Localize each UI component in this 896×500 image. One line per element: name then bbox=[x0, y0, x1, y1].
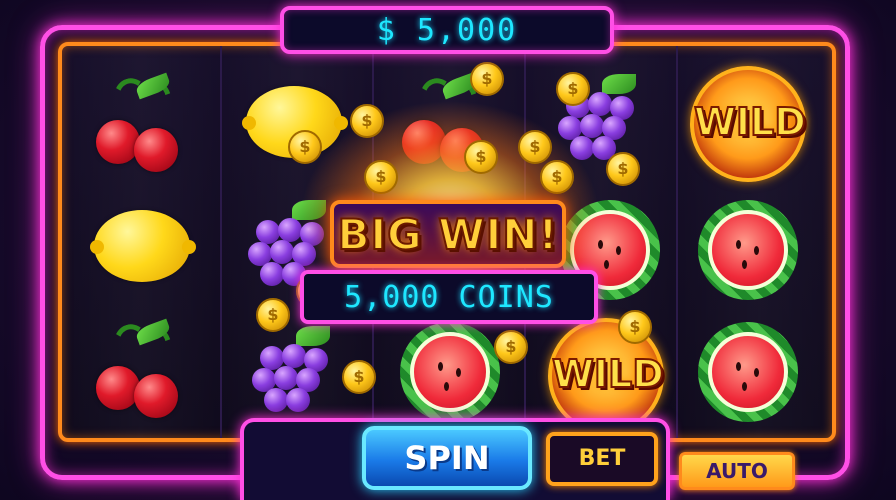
win-amount-panel: 5,000 COINS bbox=[300, 270, 598, 324]
dollar-coin-icon: $ bbox=[464, 140, 498, 174]
dollar-coin-icon: $ bbox=[518, 130, 552, 164]
bet-button[interactable]: BET bbox=[546, 432, 658, 486]
big-win-banner: BIG WIN! bbox=[330, 200, 566, 268]
watermelon-icon bbox=[400, 322, 500, 422]
cherry-icon bbox=[92, 318, 192, 418]
balance-display: $ 5,000 bbox=[280, 6, 614, 54]
dollar-coin-icon: $ bbox=[288, 130, 322, 164]
lemon-icon bbox=[90, 206, 196, 286]
grape-icon bbox=[250, 326, 340, 426]
dollar-coin-icon: $ bbox=[342, 360, 376, 394]
auto-button[interactable]: AUTO bbox=[679, 452, 795, 490]
dollar-coin-icon: $ bbox=[618, 310, 652, 344]
dollar-coin-icon: $ bbox=[470, 62, 504, 96]
dollar-coin-icon: $ bbox=[364, 160, 398, 194]
dollar-coin-icon: $ bbox=[350, 104, 384, 138]
cherry-icon bbox=[92, 72, 192, 172]
dollar-coin-icon: $ bbox=[256, 298, 290, 332]
dollar-coin-icon: $ bbox=[556, 72, 590, 106]
dollar-coin-icon: $ bbox=[540, 160, 574, 194]
dollar-coin-icon: $ bbox=[494, 330, 528, 364]
big-win-title: BIG WIN! bbox=[337, 209, 559, 260]
wild-label: WILD bbox=[551, 351, 665, 397]
dollar-coin-icon: $ bbox=[606, 152, 640, 186]
spin-button[interactable]: SPIN bbox=[362, 426, 532, 490]
wild-label: WILD bbox=[693, 99, 807, 145]
wild-icon: WILD bbox=[690, 66, 807, 182]
watermelon-icon bbox=[698, 200, 798, 300]
watermelon-icon bbox=[698, 322, 798, 422]
win-amount: 5,000 COINS bbox=[344, 279, 554, 315]
